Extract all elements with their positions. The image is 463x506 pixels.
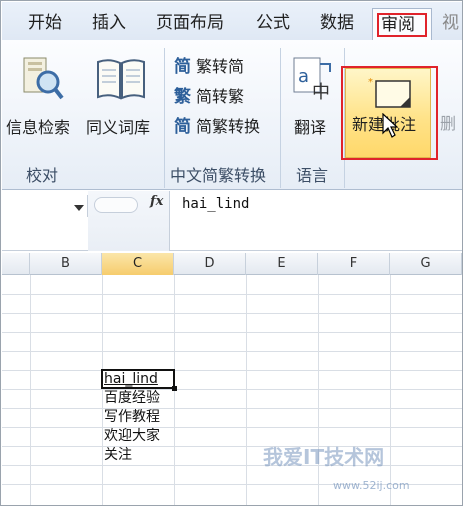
translate-label: 翻译 xyxy=(294,118,327,137)
active-cell-border xyxy=(101,369,175,389)
convert-button[interactable]: 简 简繁转换 xyxy=(174,114,284,140)
highlight-box xyxy=(341,66,438,160)
tab-review[interactable]: 审阅 xyxy=(372,8,432,40)
to-simplified-label: 繁转简 xyxy=(196,57,245,76)
formula-bar-handle[interactable] xyxy=(94,197,138,213)
grid-line xyxy=(2,332,462,333)
fill-handle[interactable] xyxy=(172,386,177,391)
tab-formulas[interactable]: 公式 xyxy=(256,12,290,34)
to-traditional-button[interactable]: 繁 简转繁 xyxy=(174,84,274,110)
chevron-down-icon[interactable] xyxy=(74,205,84,211)
tab-data[interactable]: 数据 xyxy=(320,12,354,34)
delete-comment-label[interactable]: 删 xyxy=(440,110,456,134)
ribbon-panel: 信息检索 同义词库 校对 简 繁转简 繁 简转繁 简 简繁转换 中文简繁转换 a… xyxy=(2,40,462,190)
ribbon-tab-bar: 开始 插入 页面布局 公式 数据 审阅 视 xyxy=(2,2,462,40)
chinese-conversion-group-label: 中文简繁转换 xyxy=(170,166,267,185)
grid-line xyxy=(2,408,462,409)
cell[interactable]: 关注 xyxy=(104,446,132,465)
fx-icon[interactable]: fx xyxy=(150,194,163,209)
research-button[interactable]: 信息检索 xyxy=(2,44,82,154)
thesaurus-label: 同义词库 xyxy=(86,118,151,137)
column-header-b[interactable]: B xyxy=(30,253,102,275)
column-header-d[interactable]: D xyxy=(174,253,246,275)
to-simplified-button[interactable]: 简 繁转简 xyxy=(174,54,274,80)
translate-button[interactable]: a 中 翻译 xyxy=(286,44,340,154)
grid-line xyxy=(246,275,247,505)
convert-icon: 简 xyxy=(174,117,191,137)
column-header-g[interactable]: G xyxy=(390,253,462,275)
grid-line xyxy=(318,275,319,505)
name-box[interactable] xyxy=(2,195,88,217)
grid-line xyxy=(2,370,462,371)
proofing-group-label: 校对 xyxy=(26,166,59,185)
grid-line xyxy=(2,427,462,428)
to-traditional-icon: 繁 xyxy=(174,87,191,107)
column-header-f[interactable]: F xyxy=(318,253,390,275)
cell[interactable]: 欢迎大家 xyxy=(104,427,160,446)
watermark-text: 我爱IT技术网 xyxy=(263,445,385,469)
formula-bar-controls: fx xyxy=(88,191,170,251)
tab-home[interactable]: 开始 xyxy=(28,12,62,34)
worksheet-grid[interactable]: B C D E F G hai_lind 百度经验 写作教程 欢迎大家 关注 xyxy=(2,253,462,505)
tab-insert[interactable]: 插入 xyxy=(92,12,126,34)
excel-window: 开始 插入 页面布局 公式 数据 审阅 视 信息检索 同义词库 校对 简 繁转简… xyxy=(0,0,463,506)
column-header-e[interactable]: E xyxy=(246,253,318,275)
watermark-url: www.52ij.com xyxy=(333,479,410,492)
cell[interactable]: 写作教程 xyxy=(104,408,160,427)
tab-page-layout[interactable]: 页面布局 xyxy=(156,12,224,34)
column-header-c[interactable]: C xyxy=(102,253,174,275)
formula-input[interactable]: hai_lind xyxy=(182,196,249,212)
group-separator xyxy=(164,48,165,188)
grid-line xyxy=(390,275,391,505)
grid-line xyxy=(30,275,31,505)
select-all-corner[interactable] xyxy=(2,253,30,275)
formula-bar: fx hai_lind xyxy=(2,191,462,251)
grid-line xyxy=(102,275,103,505)
grid-line xyxy=(2,389,462,390)
grid-line xyxy=(2,351,462,352)
grid-line xyxy=(2,465,462,466)
grid-line xyxy=(2,446,462,447)
to-traditional-label: 简转繁 xyxy=(196,87,245,106)
svg-text:a: a xyxy=(298,66,309,87)
grid-line xyxy=(2,294,462,295)
column-header-row: B C D E F G xyxy=(2,253,462,275)
grid-line xyxy=(2,313,462,314)
convert-label: 简繁转换 xyxy=(196,117,261,136)
research-icon xyxy=(23,57,64,100)
tab-review-label: 审阅 xyxy=(377,13,427,37)
research-label: 信息检索 xyxy=(6,118,71,137)
cell[interactable]: 百度经验 xyxy=(104,389,160,408)
svg-text:中: 中 xyxy=(312,82,330,103)
to-simplified-icon: 简 xyxy=(174,57,191,77)
group-separator xyxy=(280,48,281,188)
translate-icon: a 中 xyxy=(293,57,331,103)
language-group-label: 语言 xyxy=(296,166,329,185)
tab-view[interactable]: 视 xyxy=(442,12,459,34)
thesaurus-book-icon xyxy=(97,59,145,100)
thesaurus-button[interactable]: 同义词库 xyxy=(84,44,160,154)
